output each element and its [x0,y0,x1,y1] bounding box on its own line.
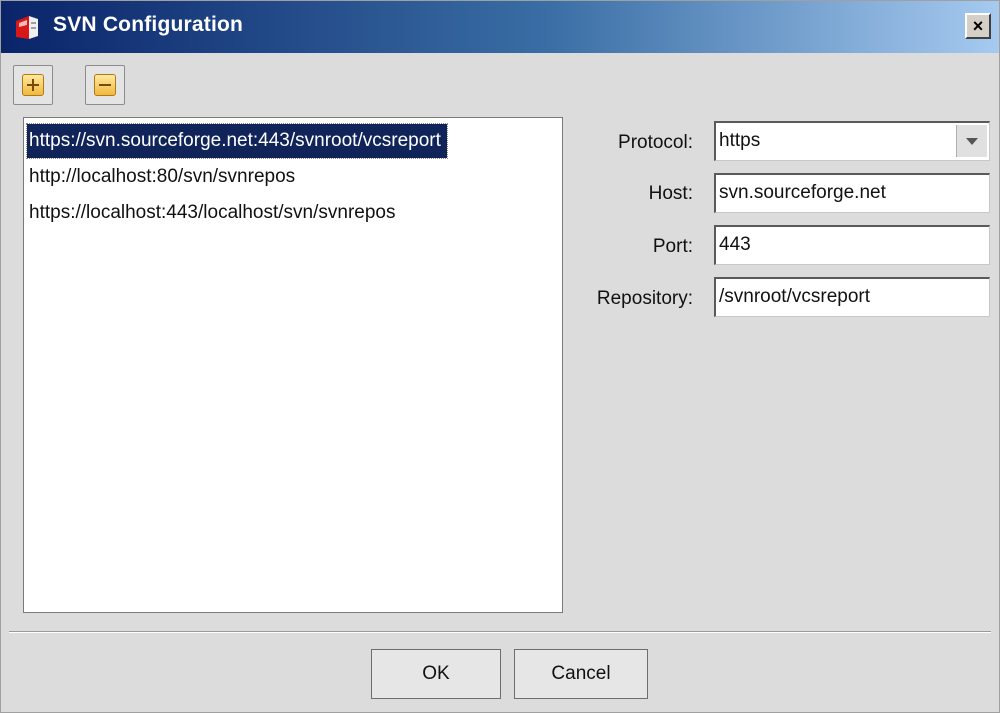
host-input[interactable]: svn.sourceforge.net [714,173,990,213]
protocol-value: https [719,130,761,151]
chevron-down-icon [966,137,978,145]
protocol-label: Protocol: [618,132,693,153]
repository-list-item[interactable]: http://localhost:80/svn/svnrepos [27,160,301,194]
close-button[interactable]: × [965,13,991,39]
dropdown-arrow-button[interactable] [956,125,987,157]
repository-label: Repository: [596,288,693,309]
svn-configuration-dialog: SVN Configuration × https://svn.sourcefo… [0,0,1000,713]
repository-list-item[interactable]: https://localhost:443/localhost/svn/svnr… [27,196,401,230]
title-bar[interactable]: SVN Configuration × [1,1,999,53]
remove-repository-button[interactable] [85,65,125,105]
repository-list-item[interactable]: https://svn.sourceforge.net:443/svnroot/… [26,123,448,159]
repository-list[interactable]: https://svn.sourceforge.net:443/svnroot/… [23,117,563,613]
protocol-select[interactable]: https [714,121,990,161]
cancel-button[interactable]: Cancel [514,649,648,699]
app-icon [16,16,38,39]
close-icon: × [972,16,984,36]
add-repository-button[interactable] [13,65,53,105]
repository-path-input[interactable]: /svnroot/vcsreport [714,277,990,317]
host-label: Host: [648,183,693,204]
footer-separator [9,631,991,633]
port-label: Port: [652,236,693,257]
ok-button[interactable]: OK [371,649,501,699]
add-icon [22,74,44,96]
remove-icon [94,74,116,96]
window-title: SVN Configuration [53,13,244,36]
port-input[interactable]: 443 [714,225,990,265]
